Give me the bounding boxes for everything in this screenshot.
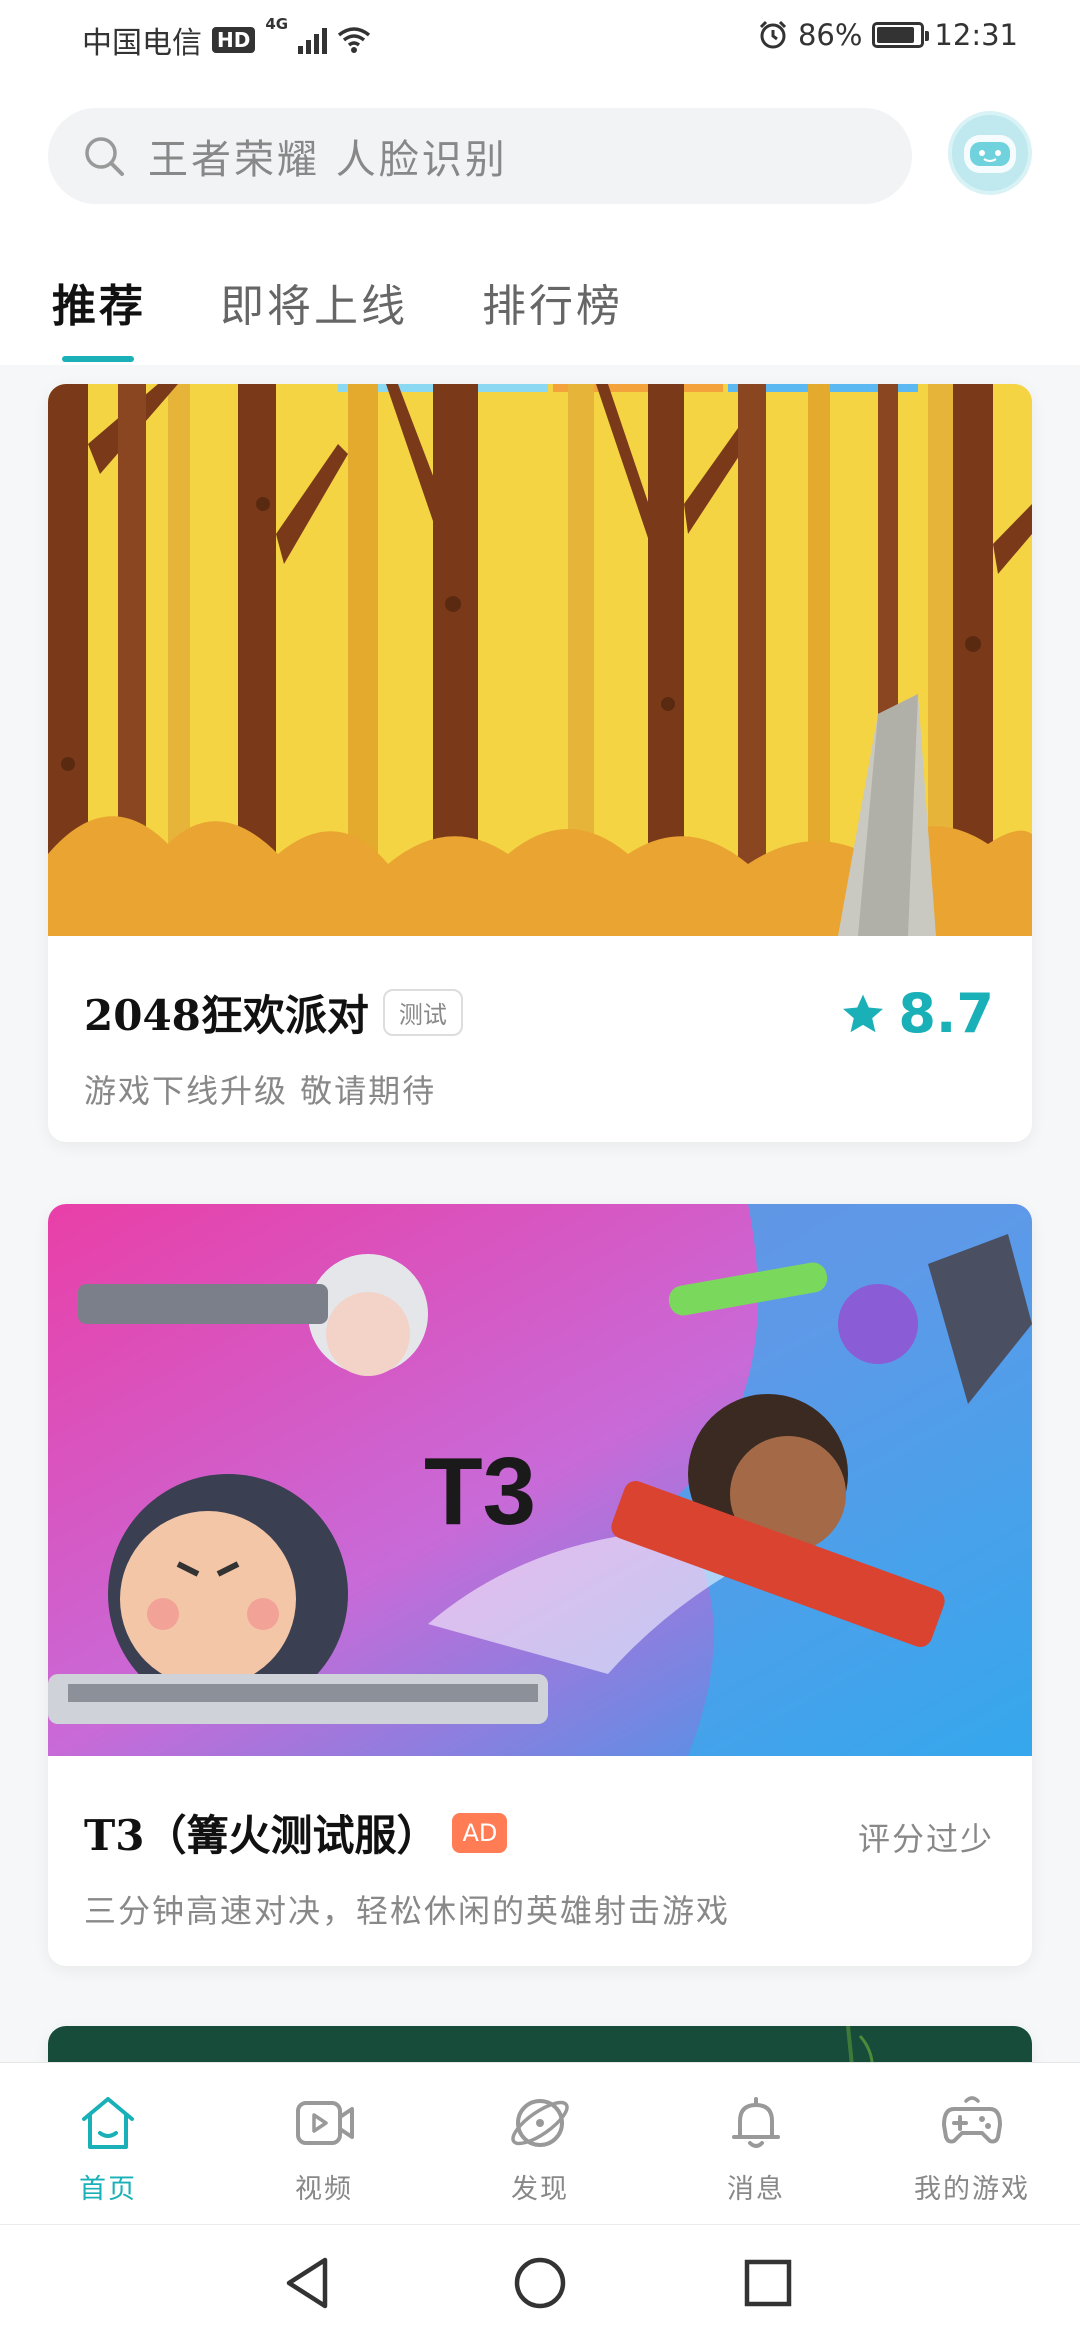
clock-time: 12:31 — [934, 18, 1018, 52]
carrier-name: 中国电信 — [82, 26, 202, 61]
tab-label: 即将上线 — [220, 281, 408, 332]
back-button[interactable] — [253, 2225, 363, 2340]
battery-percent: 86% — [797, 18, 863, 52]
tab-label: 排行榜 — [482, 281, 623, 332]
nav-my-games[interactable]: 我的游戏 — [864, 2063, 1080, 2224]
system-nav-bar — [0, 2224, 1080, 2340]
nav-messages[interactable]: 消息 — [648, 2063, 864, 2224]
game-banner-image[interactable] — [48, 384, 1032, 936]
wifi-icon — [338, 27, 371, 53]
game-description: 游戏下线升级 敬请期待 — [84, 1072, 437, 1110]
status-bar: 中国电信 HD 4G 86% 12:31 — [0, 0, 1080, 75]
robot-avatar-icon — [964, 135, 1016, 173]
game-card[interactable]: T3 T3（篝火测试服） AD 评分过少 三分钟高速对决，轻松休闲的英雄射击游戏 — [48, 1204, 1032, 1966]
home-button[interactable] — [485, 2225, 595, 2340]
nav-label: 我的游戏 — [914, 2174, 1030, 2205]
game-title: T3（篝火测试服） AD — [84, 1802, 508, 1863]
tab-coming-soon[interactable]: 即将上线 — [220, 270, 408, 362]
signal-icon — [298, 26, 328, 54]
bottom-nav: 首页 视频 发现 消息 我的游戏 — [0, 2062, 1080, 2224]
game-banner-image[interactable]: T3 — [48, 1204, 1032, 1756]
star-icon — [843, 993, 884, 1032]
battery-fill — [877, 27, 914, 43]
avatar[interactable] — [948, 111, 1032, 195]
ad-tag: AD — [452, 1812, 508, 1853]
battery-icon — [872, 22, 930, 48]
game-rating: 8.7 — [840, 982, 994, 1045]
recents-button[interactable] — [713, 2225, 823, 2340]
network-type: 4G — [265, 15, 289, 33]
back-triangle-icon — [286, 2257, 328, 2309]
rating-status: 评分过少 — [857, 1820, 994, 1858]
hd-badge: HD — [212, 27, 256, 53]
tab-bar: 推荐 即将上线 排行榜 — [52, 270, 697, 362]
rating-score: 8.7 — [898, 982, 994, 1045]
forest-illustration — [48, 384, 1032, 936]
home-circle-icon — [514, 2257, 566, 2309]
tab-recommended[interactable]: 推荐 — [52, 270, 146, 362]
discover-planet-icon — [511, 2099, 569, 2147]
tab-label: 推荐 — [52, 281, 146, 332]
nav-label: 发现 — [511, 2174, 569, 2205]
active-tab-indicator — [62, 356, 134, 362]
game-description: 三分钟高速对决，轻松休闲的英雄射击游戏 — [84, 1892, 731, 1930]
bell-icon — [732, 2097, 780, 2148]
gamepad-icon — [942, 2096, 1002, 2144]
nav-discover[interactable]: 发现 — [432, 2063, 648, 2224]
game-card[interactable]: 2048狂欢派对 测试 8.7 游戏下线升级 敬请期待 — [48, 384, 1032, 1142]
search-placeholder: 王者荣耀 人脸识别 — [148, 137, 508, 183]
nav-home[interactable]: 首页 — [0, 2063, 216, 2224]
nav-video[interactable]: 视频 — [216, 2063, 432, 2224]
game-name: 2048狂欢派对 — [84, 991, 369, 1040]
video-icon — [296, 2101, 354, 2145]
search-icon — [85, 137, 124, 176]
game-title: 2048狂欢派对 测试 — [84, 982, 463, 1043]
nav-label: 消息 — [727, 2174, 785, 2205]
test-tag: 测试 — [382, 989, 463, 1036]
nav-label: 首页 — [79, 2174, 137, 2205]
search-bar[interactable]: 王者荣耀 人脸识别 — [48, 108, 912, 204]
recents-square-icon — [744, 2259, 792, 2307]
nav-label: 视频 — [295, 2174, 353, 2205]
t3-logo: T3 — [424, 1438, 536, 1545]
alarm-icon — [759, 20, 787, 49]
header: 王者荣耀 人脸识别 推荐 即将上线 排行榜 — [0, 75, 1080, 365]
tab-rankings[interactable]: 排行榜 — [482, 270, 623, 362]
game-name: T3（篝火测试服） — [84, 1811, 439, 1860]
home-icon — [82, 2097, 134, 2149]
t3-hero-illustration: T3 — [48, 1204, 1032, 1756]
